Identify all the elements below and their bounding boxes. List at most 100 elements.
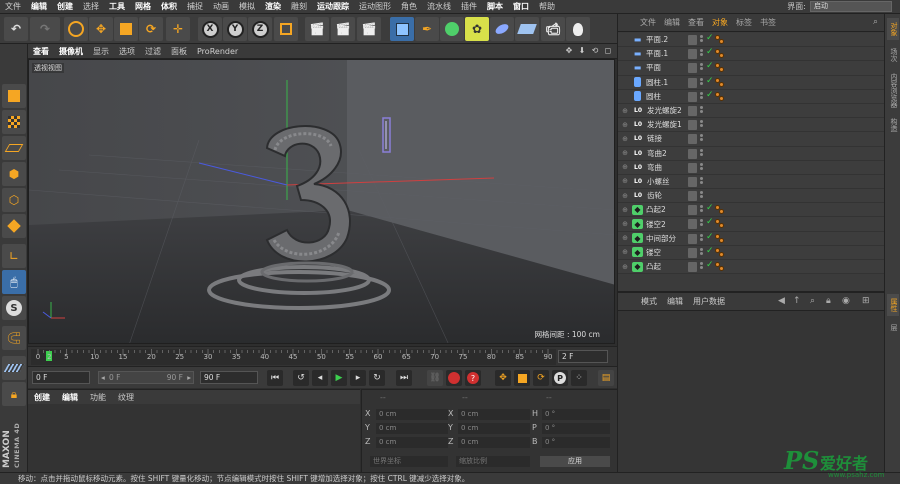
vp-menu-prorender[interactable]: ProRender [192, 47, 243, 56]
layer-swatch[interactable] [688, 176, 697, 187]
object-row[interactable]: ⊕ L0 发光螺旋1 [618, 118, 885, 133]
enabled-check-icon[interactable]: ✓ [706, 260, 714, 270]
expand-icon[interactable]: ⊕ [618, 121, 632, 129]
material-tag-icon[interactable] [715, 49, 727, 59]
start-frame-field[interactable]: 0 F [32, 371, 90, 384]
object-row[interactable]: ⊕ ◆ 镂空 ✓ [618, 245, 885, 260]
om-menu-view[interactable]: 查看 [684, 17, 708, 28]
menu-character[interactable]: 角色 [396, 1, 422, 12]
new-window-icon[interactable]: ◉ [842, 296, 850, 306]
object-row[interactable]: ⊕ L0 小螺丝 [618, 174, 885, 190]
deformer-button[interactable] [490, 17, 514, 41]
polygons-mode-button[interactable] [2, 214, 26, 238]
object-row[interactable]: ⊕ ◆ 中间部分 ✓ [618, 231, 885, 246]
om-menu-edit[interactable]: 编辑 [660, 17, 684, 28]
pen-spline-button[interactable]: ✒ [415, 17, 439, 41]
object-row[interactable]: ▬ 平面.1 ✓ [618, 47, 885, 62]
menu-mograph[interactable]: 运动图形 [354, 1, 396, 12]
visibility-dots[interactable] [700, 162, 704, 171]
timeline[interactable]: 0 2 5 10 15 20 25 30 35 40 45 50 55 60 65 70 75 80 85 90 2 … [28, 346, 617, 366]
vp-menu-cameras[interactable]: 摄像机 [54, 46, 88, 57]
camera-button[interactable]: 📹︎ [541, 17, 565, 41]
model-mode-button[interactable] [2, 84, 26, 108]
layer-swatch[interactable] [688, 49, 697, 60]
undo-button[interactable]: ↶ [4, 17, 28, 41]
next-key-button[interactable]: ↻ [369, 370, 385, 386]
layer-swatch[interactable] [688, 148, 697, 159]
menu-snap[interactable]: 捕捉 [182, 1, 208, 12]
om-menu-objects[interactable]: 对象 [708, 17, 732, 28]
menu-volume[interactable]: 体积 [156, 1, 182, 12]
tab-content-browser[interactable]: 内容浏览器 [887, 70, 899, 110]
menu-window[interactable]: 窗口 [508, 1, 534, 12]
menu-mesh[interactable]: 网格 [130, 1, 156, 12]
visibility-dots[interactable] [700, 77, 704, 86]
frame-range-slider[interactable]: ◂ 0 F 90 F ▸ [98, 371, 194, 384]
key-rotation-button[interactable]: ⟳ [533, 370, 549, 386]
visibility-dots[interactable] [700, 148, 704, 157]
layer-swatch[interactable] [688, 120, 697, 131]
key-param-button[interactable]: P [552, 370, 568, 386]
texture-mode-button[interactable] [2, 110, 26, 134]
layer-swatch[interactable] [688, 191, 697, 202]
expand-icon[interactable]: ⊕ [618, 135, 632, 143]
tab-takes[interactable]: 场次 [887, 44, 899, 66]
om-menu-bookmarks[interactable]: 书签 [756, 17, 780, 28]
material-tag-icon[interactable] [715, 35, 727, 45]
layer-swatch[interactable] [688, 77, 697, 88]
redo-button[interactable]: ↷ [30, 17, 60, 41]
visibility-dots[interactable] [700, 63, 704, 71]
object-row[interactable]: ⊕ L0 弯曲2 [618, 146, 885, 161]
axis-mode-button[interactable]: ∟ [2, 244, 26, 268]
prev-key-button[interactable]: ↺ [293, 370, 309, 386]
menu-plugins[interactable]: 插件 [456, 1, 482, 12]
z-axis-lock-button[interactable]: Z [248, 17, 272, 41]
material-tag-icon[interactable] [715, 91, 727, 102]
expand-icon[interactable]: ⊕ [618, 149, 632, 157]
layer-swatch[interactable] [688, 233, 697, 244]
recent-tools-button[interactable]: ✛ [166, 17, 190, 41]
coord-value-field[interactable]: 0 cm [458, 423, 530, 434]
end-frame-field[interactable]: 90 F [200, 371, 258, 384]
menu-file[interactable]: 文件 [0, 1, 26, 12]
material-tag-icon[interactable] [715, 63, 727, 73]
edges-mode-button[interactable]: ⬡ [2, 188, 26, 212]
search-attr-icon[interactable]: ⌕ [810, 296, 815, 306]
om-menu-file[interactable]: 文件 [636, 17, 660, 28]
live-select-button[interactable] [64, 17, 88, 41]
maximize-icon[interactable]: ◻ [603, 46, 613, 56]
object-row[interactable]: 圆柱 ✓ [618, 89, 885, 104]
visibility-dots[interactable] [700, 134, 704, 142]
object-row[interactable]: ⊕ ◆ 镂空2 ✓ [618, 217, 885, 232]
rotate-tool-button[interactable]: ⟳ [139, 17, 163, 41]
coord-value-field[interactable]: 0 ° [542, 437, 610, 448]
visibility-dots[interactable] [700, 247, 704, 256]
vp-menu-panel[interactable]: 面板 [166, 46, 192, 57]
mat-menu-texture[interactable]: 纹理 [112, 392, 140, 403]
menu-create[interactable]: 创建 [52, 1, 78, 12]
menu-tools[interactable]: 工具 [104, 1, 130, 12]
visibility-dots[interactable] [700, 233, 704, 242]
vp-menu-filter[interactable]: 过滤 [140, 46, 166, 57]
next-frame-button[interactable]: ▸ [350, 370, 366, 386]
menu-animate[interactable]: 动画 [208, 1, 234, 12]
tab-layers[interactable]: 层 [887, 320, 899, 334]
visibility-dots[interactable] [700, 35, 704, 43]
menu-script[interactable]: 脚本 [482, 1, 508, 12]
menu-render[interactable]: 渲染 [260, 1, 286, 12]
floor-button[interactable] [515, 17, 539, 41]
menu-motion-tracker[interactable]: 运动跟踪 [312, 1, 354, 12]
menu-pipeline[interactable]: 流水线 [422, 1, 456, 12]
mat-menu-create[interactable]: 创建 [28, 392, 56, 403]
material-tag-icon[interactable] [715, 205, 727, 215]
object-row[interactable]: ⊕ ◆ 凸起 ✓ [618, 260, 885, 275]
key-pla-button[interactable]: ⁘ [571, 370, 587, 386]
object-row[interactable]: ▬ 平面 ✓ [618, 61, 885, 76]
current-frame-field[interactable]: 2 F [558, 350, 608, 363]
motion-path-button[interactable]: ⛓ [427, 370, 443, 386]
coordinate-mode-select[interactable]: 世界坐标 [370, 456, 448, 467]
menu-simulate[interactable]: 模拟 [234, 1, 260, 12]
pan-icon[interactable]: ✥ [564, 46, 574, 56]
layer-swatch[interactable] [688, 205, 697, 216]
tab-attributes[interactable]: 属性 [887, 294, 899, 316]
